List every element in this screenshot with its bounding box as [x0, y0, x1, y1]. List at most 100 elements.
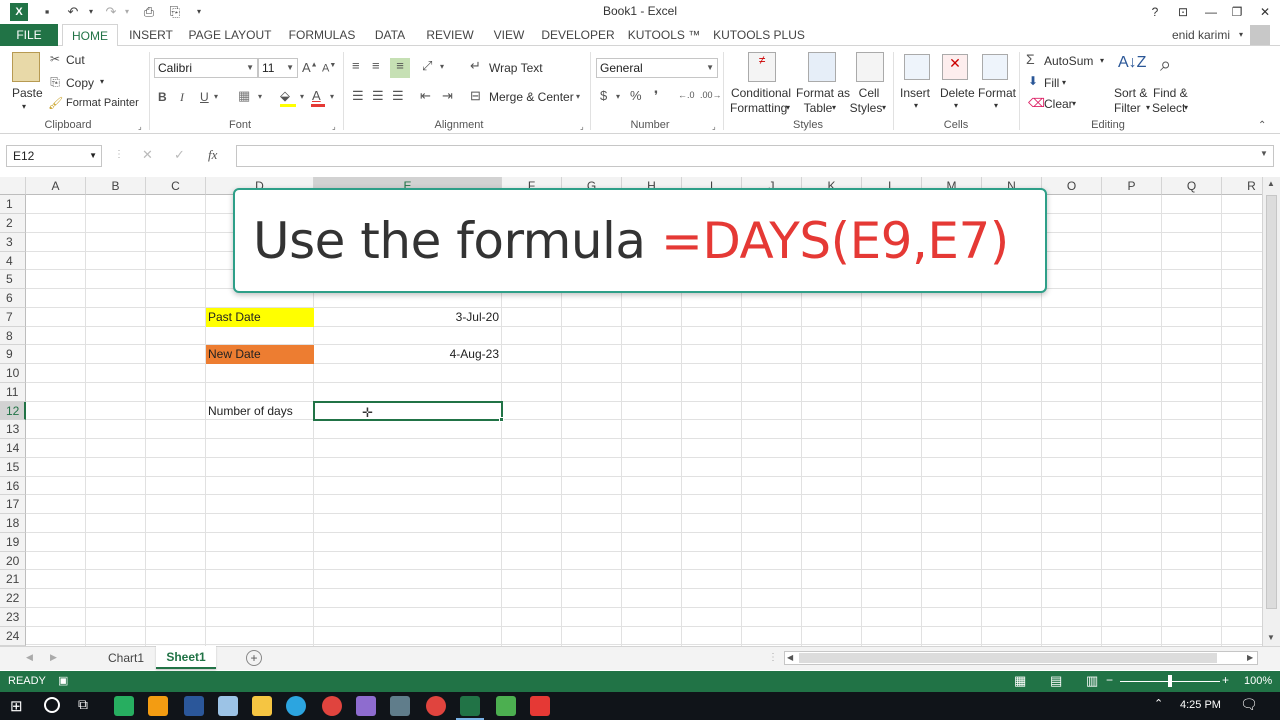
fill-handle[interactable] [499, 417, 504, 422]
selected-cell-e12[interactable] [313, 401, 503, 421]
minimize-icon[interactable]: — [1198, 2, 1224, 22]
scroll-down-icon[interactable]: ▼ [1267, 633, 1275, 642]
autosum-button[interactable]: AutoSum [1044, 54, 1093, 68]
row-header[interactable]: 5 [0, 270, 26, 289]
column-header[interactable]: Q [1162, 177, 1222, 195]
cut-icon[interactable]: ✂ [48, 52, 62, 66]
row-header[interactable]: 14 [0, 439, 26, 458]
row-header[interactable]: 6 [0, 289, 26, 308]
column-header[interactable]: C [146, 177, 206, 195]
underline-dropdown-icon[interactable]: ▾ [214, 92, 218, 101]
align-right-icon[interactable]: ☰ [392, 88, 404, 104]
wrap-text-button[interactable]: Wrap Text [489, 61, 543, 75]
merge-dropdown-icon[interactable]: ▾ [576, 92, 580, 101]
column-header[interactable]: R [1222, 177, 1264, 195]
format-button[interactable]: Format [978, 86, 1016, 100]
copy-icon[interactable]: ⎘ [48, 75, 62, 90]
row-header[interactable]: 1 [0, 195, 26, 214]
percent-button[interactable]: % [630, 88, 642, 103]
page-layout-view-icon[interactable]: ▤ [1050, 673, 1062, 689]
column-header[interactable]: P [1102, 177, 1162, 195]
format-painter-icon[interactable]: 🖌 [48, 96, 63, 110]
decrease-decimal-icon[interactable]: .00→ [700, 90, 722, 100]
collapse-ribbon-icon[interactable]: ⌃ [1258, 120, 1266, 131]
align-left-icon[interactable]: ☰ [352, 88, 364, 104]
page-break-view-icon[interactable]: ▥ [1086, 673, 1098, 689]
fill-color-dropdown-icon[interactable]: ▾ [300, 92, 304, 101]
scroll-right-icon[interactable]: ▶ [1247, 653, 1253, 662]
paste-icon[interactable] [12, 52, 40, 82]
cell-e9[interactable]: 4-Aug-23 [314, 345, 502, 364]
tab-kutools[interactable]: KUTOOLS ™ [626, 24, 702, 46]
close-icon[interactable]: ✕ [1252, 2, 1278, 22]
app-purple-icon[interactable] [356, 696, 376, 716]
font-launcher-icon[interactable]: ⌟ [332, 122, 336, 131]
cancel-entry-icon[interactable]: ✕ [142, 147, 153, 163]
row-header[interactable]: 24 [0, 627, 26, 646]
restore-icon[interactable]: ❐ [1224, 2, 1250, 22]
column-header[interactable]: O [1042, 177, 1102, 195]
sheet-tab-chart1[interactable]: Chart1 [96, 647, 156, 669]
cell-styles-dropdown-icon[interactable]: ▾ [882, 103, 886, 112]
row-header[interactable]: 23 [0, 608, 26, 627]
orientation-icon[interactable]: ⤢ [422, 58, 432, 74]
name-box[interactable]: E12 ▼ [6, 145, 102, 167]
number-format-combo[interactable]: General ▼ [596, 58, 718, 78]
format-as-table-label-1[interactable]: Format as [796, 86, 850, 100]
underline-button[interactable]: U [200, 90, 209, 104]
find-select-dropdown-icon[interactable]: ▾ [1184, 103, 1188, 112]
tab-home[interactable]: HOME [62, 24, 118, 47]
fill-dropdown-icon[interactable]: ▾ [1062, 78, 1066, 87]
paste-dropdown-icon[interactable]: ▾ [22, 102, 26, 111]
cell-d7[interactable]: Past Date [206, 308, 314, 327]
avatar[interactable] [1250, 25, 1270, 45]
alignment-launcher-icon[interactable]: ⌟ [580, 122, 584, 131]
copy-button[interactable]: Copy [66, 76, 94, 90]
recorder-icon[interactable] [530, 696, 550, 716]
tab-view[interactable]: VIEW [488, 24, 530, 46]
row-header[interactable]: 16 [0, 477, 26, 495]
vertical-scrollbar[interactable]: ▲ ▼ [1262, 177, 1280, 646]
app-green-icon[interactable] [114, 696, 134, 716]
autosum-dropdown-icon[interactable]: ▾ [1100, 56, 1104, 65]
expand-formula-bar-icon[interactable]: ▼ [1260, 149, 1268, 158]
insert-dropdown-icon[interactable]: ▾ [914, 101, 918, 110]
column-header[interactable]: A [26, 177, 86, 195]
format-dropdown-icon[interactable]: ▾ [994, 101, 998, 110]
clear-button[interactable]: Clear [1044, 97, 1073, 111]
select-all-corner[interactable] [0, 177, 26, 195]
user-dropdown-icon[interactable]: ▾ [1236, 24, 1246, 46]
ribbon-display-icon[interactable]: ⊡ [1170, 2, 1196, 22]
paste-button[interactable]: Paste [12, 86, 43, 100]
zoom-level[interactable]: 100% [1244, 675, 1272, 687]
increase-decimal-icon[interactable]: ←.0 [678, 90, 695, 100]
conditional-formatting-label-2[interactable]: Formatting [730, 101, 787, 115]
insert-button[interactable]: Insert [900, 86, 930, 100]
search-icon[interactable] [44, 697, 60, 713]
conditional-formatting-label-1[interactable]: Conditional [730, 86, 792, 100]
top-align-icon[interactable]: ≡ [352, 58, 360, 73]
cell-styles-label-2[interactable]: Styles [848, 101, 884, 115]
zoom-in-icon[interactable]: + [1222, 673, 1229, 687]
orientation-dropdown-icon[interactable]: ▾ [440, 62, 444, 71]
conditional-formatting-dropdown-icon[interactable]: ▾ [786, 103, 790, 112]
tab-formulas[interactable]: FORMULAS [284, 24, 360, 46]
clear-dropdown-icon[interactable]: ▾ [1072, 99, 1076, 108]
telegram-icon[interactable] [286, 696, 306, 716]
grow-font-icon[interactable]: A▲ [302, 60, 318, 75]
row-header-selected[interactable]: 12 [0, 402, 26, 420]
tab-review[interactable]: REVIEW [422, 24, 478, 46]
row-header[interactable]: 2 [0, 214, 26, 233]
find-select-label-2[interactable]: Select [1152, 101, 1185, 115]
tab-file[interactable]: FILE [0, 24, 58, 46]
confirm-entry-icon[interactable]: ✓ [174, 147, 185, 163]
vertical-scroll-thumb[interactable] [1266, 195, 1277, 609]
row-header[interactable]: 15 [0, 458, 26, 477]
row-header[interactable]: 3 [0, 233, 26, 252]
tab-developer[interactable]: DEVELOPER [540, 24, 616, 46]
clock[interactable]: 4:25 PM [1180, 699, 1221, 711]
word-icon[interactable] [184, 696, 204, 716]
chrome-2-icon[interactable] [426, 696, 446, 716]
bold-button[interactable]: B [158, 90, 167, 104]
tab-insert[interactable]: INSERT [124, 24, 178, 46]
